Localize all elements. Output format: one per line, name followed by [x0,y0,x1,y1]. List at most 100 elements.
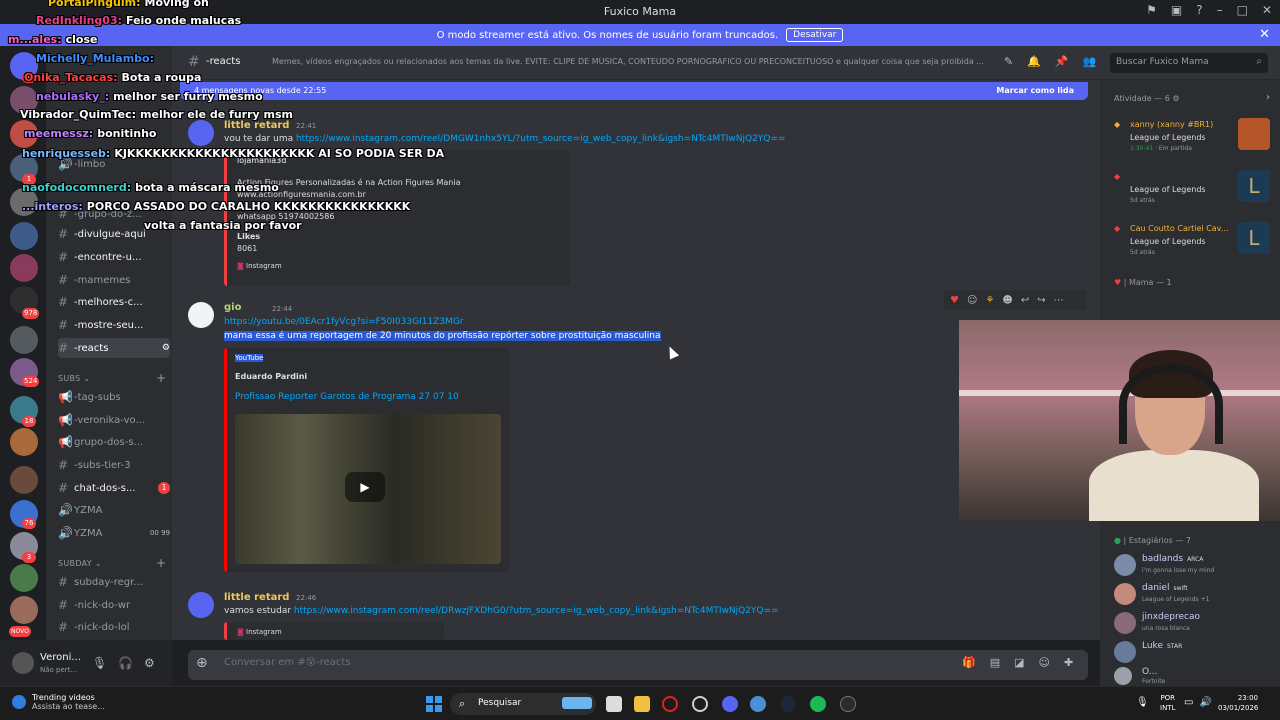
steam-icon[interactable] [780,696,796,712]
members-icon[interactable]: 👥 [1083,55,1097,68]
reaction-icon[interactable]: ☺ [967,295,977,306]
spotify-icon[interactable] [810,696,826,712]
avatar[interactable] [188,592,214,618]
server-icon[interactable] [10,596,38,624]
emoji-icon[interactable]: ☺ [1039,656,1050,669]
server-icon[interactable] [10,466,38,494]
server-icon[interactable] [10,428,38,456]
channel-item[interactable]: 🔊 YZMA [58,500,170,520]
discord-icon[interactable] [722,696,738,712]
threads-icon[interactable]: ✎ [1004,55,1013,68]
chat-user: naofodocomnerd: [22,181,132,194]
embed-author[interactable]: Eduardo Pardini [235,372,307,381]
channel-item[interactable]: # -encontre-u... [58,247,170,267]
channel-item[interactable]: # -mostre-seu... [58,315,170,335]
inbox-icon[interactable]: ⚑ [1146,3,1157,17]
banner-close-icon[interactable]: ✕ [1259,27,1270,42]
avatar[interactable] [188,302,214,328]
add-reaction-icon[interactable]: ☻ [1002,295,1012,306]
taskbar-search-label: Pesquisar [478,698,522,708]
sticker-icon[interactable]: ◪ [1014,656,1024,669]
microphone-icon[interactable]: 🎙 [1136,697,1149,708]
channel-item-reacts[interactable]: # -reacts ⚙ [58,338,170,358]
channel-item[interactable]: 🔊 YZMA 00 99 [58,523,170,543]
add-channel-icon[interactable]: + [156,371,166,385]
member-item[interactable]: Luke STAR [1114,639,1274,667]
start-icon[interactable] [426,696,442,712]
server-icon[interactable] [10,564,38,592]
help-icon[interactable]: ? [1196,3,1202,17]
category-subday[interactable]: SUBDAY ⌄ + [58,556,166,570]
forward-icon[interactable]: ↪ [1037,295,1045,306]
widgets-button[interactable]: Trending videos Assista ao tease... [12,693,105,711]
play-icon[interactable]: ▶ [345,472,385,502]
chevron-right-icon[interactable]: › [1266,92,1270,103]
member-item[interactable]: O... Fortnite [1114,665,1274,685]
maximize-icon[interactable]: □ [1237,3,1248,17]
search-input[interactable]: Buscar Fuxico Mama ⌕ [1110,53,1268,73]
activity-item[interactable]: ◆ Cau Coutto Cartiel Cav... League of Le… [1114,222,1274,266]
selected-text[interactable]: mama essa é uma reportagem de 20 minutos… [224,331,661,341]
app-icon[interactable] [840,696,856,712]
minimize-icon[interactable]: – [1217,3,1223,17]
server-badge: 978 [22,308,40,319]
category-subs[interactable]: SUBS ⌄ + [58,371,166,385]
server-icon[interactable] [10,326,38,354]
microphone-icon[interactable]: 🎙 [92,656,107,670]
apps-icon[interactable]: ✚ [1064,656,1073,669]
voice-limit: 00 99 [149,529,170,537]
heart-reaction-icon[interactable]: ♥ [950,295,959,306]
channel-item[interactable]: # -nick-do-lol [58,617,170,637]
channel-item[interactable]: # -melhores-c... [58,292,170,312]
bell-icon[interactable]: 🔔 [1027,55,1041,68]
add-channel-icon[interactable]: + [156,556,166,570]
message-author[interactable]: little retard [224,592,289,603]
obs-icon[interactable] [692,696,708,712]
task-view-icon[interactable] [606,696,622,712]
message-link[interactable]: https://youtu.be/0EAcr1fyVcg?si=F50I033G… [224,317,464,327]
channel-item[interactable]: # -nick-do-wr [58,595,170,615]
close-icon[interactable]: ✕ [1262,3,1272,17]
pray-reaction-icon[interactable]: ⚘ [985,295,994,306]
gift-icon[interactable]: 🎁 [962,656,976,669]
channel-item[interactable]: 📢 -tag-subs [58,387,170,407]
channel-item[interactable]: 📢 grupo-dos-s... [58,432,170,452]
message-prefix: vamos estudar [224,606,294,616]
pin-icon[interactable]: 📌 [1055,55,1069,68]
headphones-icon[interactable]: 🎧 [118,656,133,670]
channel-item[interactable]: # -subs-tier-3 [58,455,170,475]
video-thumbnail[interactable]: ▶ [235,414,501,564]
clock[interactable]: 23:00 03/01/2026 [1218,693,1258,713]
message-author[interactable]: gio [224,302,241,313]
file-explorer-icon[interactable] [634,696,650,712]
mark-as-read-button[interactable]: Marcar como lida [996,86,1074,95]
settings-icon[interactable]: ⚙ [144,656,155,670]
channel-item[interactable]: # chat-dos-s... 1 [58,478,170,498]
opera-icon[interactable] [662,696,678,712]
attach-icon[interactable]: ⊕ [196,655,208,671]
activity-item[interactable]: ◆ xanny (xanny #BR1) League of Legends 1… [1114,118,1274,162]
gif-icon[interactable]: ▤ [990,656,1000,669]
channel-item[interactable]: # subday-regr... [58,572,170,592]
member-item[interactable]: badlands ARCA i'm gonna lose my mind [1114,552,1274,580]
header-toolbar: ✎ 🔔 📌 👥 [1004,55,1096,68]
volume-icon[interactable]: 🔊 [1199,697,1211,708]
activity-item[interactable]: ◆ League of Legends 5d atrás L [1114,170,1274,214]
message-link[interactable]: https://www.instagram.com/reel/DRwzjFXDh… [294,606,779,616]
channel-item[interactable]: # -mamemes [58,270,170,290]
settings-icon[interactable]: ⚙ [162,343,170,353]
disable-streamer-button[interactable]: Desativar [786,28,844,42]
member-item[interactable]: jinxdeprecao una rosa blanca [1114,610,1274,638]
app-icon[interactable] [750,696,766,712]
embed-title[interactable]: Profissao Reporter Garotos de Programa 2… [235,392,459,402]
lang-primary: POR [1160,694,1176,702]
more-icon[interactable]: ⋯ [1054,295,1064,306]
language-indicator[interactable]: POR INTL [1160,693,1175,713]
reply-icon[interactable]: ↩ [1021,295,1029,306]
server-icon[interactable] [10,254,38,282]
avatar[interactable] [12,652,34,674]
member-item[interactable]: daniel swift League of Legends +1 [1114,581,1274,609]
network-icon[interactable]: ▭ [1184,697,1193,708]
channel-item[interactable]: 📢 -veronika-vo... [58,410,170,430]
screen-icon[interactable]: ▣ [1171,3,1182,17]
